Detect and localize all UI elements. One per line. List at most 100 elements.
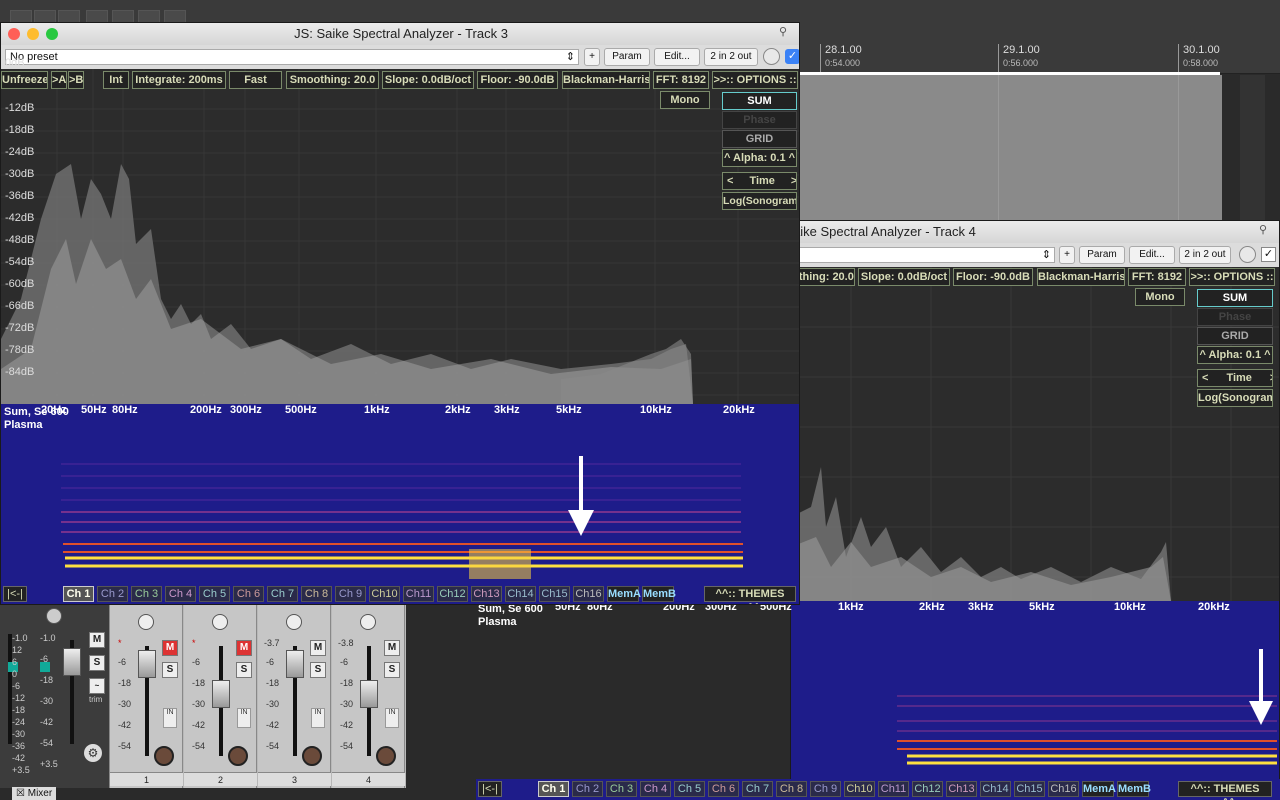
mixer-tab[interactable]: ☒ Mixer [12,787,57,800]
log-sonogram-button[interactable]: Log(Sonogram) [1197,389,1273,407]
solo-button[interactable]: S [310,662,326,678]
solo-button[interactable]: S [162,662,178,678]
channel-button-ch8[interactable]: Ch 8 [776,781,807,797]
window-function-button[interactable]: Blackman-Harris [1037,268,1125,286]
channel-button-ch11[interactable]: Ch11 [878,781,909,797]
slope-button[interactable]: Slope: 0.0dB/oct [858,268,950,286]
pan-knob[interactable] [360,614,376,630]
channel-button-ch1[interactable]: Ch 1 [63,586,94,602]
log-sonogram-button[interactable]: Log(Sonogram) [722,192,797,210]
fft-size-button[interactable]: FFT: 8192 [653,71,709,89]
channel-button-ch10[interactable]: Ch10 [369,586,400,602]
channel-button-ch16[interactable]: Ch16 [1048,781,1079,797]
pin-icon[interactable]: ⚲ [779,25,791,39]
fft-size-button[interactable]: FFT: 8192 [1128,268,1186,286]
edit-button[interactable]: Edit... [654,48,700,66]
channel-button-ch9[interactable]: Ch 9 [335,586,366,602]
gear-icon[interactable]: ⚙ [84,744,102,762]
int-button[interactable]: Int [103,71,129,89]
media-item[interactable] [800,75,1222,220]
mono-button[interactable]: Mono [1135,288,1185,306]
unfreeze-button[interactable]: Unfreeze [1,71,48,89]
master-fader[interactable] [63,648,81,676]
options-button[interactable]: >>:: OPTIONS :: [1189,268,1275,286]
channel-button-ch2[interactable]: Ch 2 [97,586,128,602]
channel-button-ch4[interactable]: Ch 4 [165,586,196,602]
channel-button-ch8[interactable]: Ch 8 [301,586,332,602]
pin-icon[interactable]: ⚲ [1259,223,1271,237]
timeline-ruler[interactable]: 28.1.00 0:54.000 29.1.00 0:56.000 30.1.00 0… [800,44,1280,74]
back-button[interactable]: |<-| [478,781,502,797]
channel-button-ch12[interactable]: Ch12 [437,586,468,602]
mono-button[interactable]: Mono [660,91,710,109]
record-input-button[interactable]: IN [385,708,399,728]
channel-button-ch3[interactable]: Ch 3 [606,781,637,797]
themes-button[interactable]: ^^:: THEMES ::^^ [1178,781,1272,800]
automation-icon[interactable]: ~ [89,678,105,694]
channel-button-ch10[interactable]: Ch10 [844,781,875,797]
channel-button-mema[interactable]: MemA [1082,781,1116,797]
channel-button-ch6[interactable]: Ch 6 [708,781,739,797]
channel-button-memb[interactable]: MemB [1117,781,1151,797]
preset-select[interactable]: No preset ⇕ [5,49,579,65]
channel-button-ch5[interactable]: Ch 5 [199,586,230,602]
mute-button[interactable]: M [384,640,400,656]
channel-button-ch5[interactable]: Ch 5 [674,781,705,797]
close-icon[interactable] [8,28,20,40]
scrollbar[interactable] [1240,75,1265,220]
channel-button-ch14[interactable]: Ch14 [980,781,1011,797]
record-arm-button[interactable] [228,746,248,766]
pan-knob[interactable] [138,614,154,630]
maximize-icon[interactable] [46,28,58,40]
channel-button-ch14[interactable]: Ch14 [505,586,536,602]
channel-button-ch2[interactable]: Ch 2 [572,781,603,797]
back-button[interactable]: |<-| [3,586,27,602]
sonogram[interactable]: Sum, Se 600 Plasma |<-| Ch 1 Ch 2 Ch 3 Ch 4C… [1,404,799,604]
channel-button-memb[interactable]: MemB [642,586,676,602]
volume-fader[interactable] [286,650,304,678]
channel-button-ch11[interactable]: Ch11 [403,586,434,602]
phase-button[interactable]: Phase [1197,308,1273,326]
plugin-window-track4[interactable]: aike Spectral Analyzer - Track 4 ⚲ ⇕ + P… [790,220,1280,800]
param-button[interactable]: Param [604,48,650,66]
smoothing-button[interactable]: othing: 20.0 [791,268,855,286]
record-arm-button[interactable] [302,746,322,766]
grid-button[interactable]: GRID [1197,327,1273,345]
add-preset-button[interactable]: + [1059,246,1075,264]
bypass-checkbox[interactable]: ✓ [785,49,799,64]
sum-button[interactable]: SUM [1197,289,1273,307]
smoothing-button[interactable]: Smoothing: 20.0 [286,71,379,89]
volume-fader[interactable] [138,650,156,678]
spectrum-area[interactable]: 0dB -6dB -12dB -18dB -24dB -30dB -36dB -… [1,57,799,404]
record-arm-button[interactable] [376,746,396,766]
pan-knob[interactable] [212,614,228,630]
channel-button-ch1[interactable]: Ch 1 [538,781,569,797]
record-arm-button[interactable] [154,746,174,766]
mute-button[interactable]: M [310,640,326,656]
routing-button[interactable]: 2 in 2 out [1179,246,1231,264]
grid-button[interactable]: GRID [722,130,797,148]
param-button[interactable]: Param [1079,246,1125,264]
edit-button[interactable]: Edit... [1129,246,1175,264]
volume-fader[interactable] [360,680,378,708]
time-selector[interactable]: <Time> [722,172,797,190]
plugin-window-track3[interactable]: JS: Saike Spectral Analyzer - Track 3 ⚲ … [0,22,800,605]
channel-button-mema[interactable]: MemA [607,586,641,602]
channel-button-ch6[interactable]: Ch 6 [233,586,264,602]
channel-button-ch9[interactable]: Ch 9 [810,781,841,797]
mute-button[interactable]: M [236,640,252,656]
phase-button[interactable]: Phase [722,111,797,129]
channel-button-ch13[interactable]: Ch13 [946,781,977,797]
mute-button[interactable]: M [162,640,178,656]
store-b-button[interactable]: >B [68,71,84,89]
bypass-checkbox[interactable]: ✓ [1261,247,1276,262]
themes-button[interactable]: ^^:: THEMES ::^^ [704,586,796,604]
store-a-button[interactable]: >A [51,71,67,89]
solo-button[interactable]: S [89,655,105,671]
add-preset-button[interactable]: + [584,48,600,66]
record-input-button[interactable]: IN [237,708,251,728]
sum-button[interactable]: SUM [722,92,797,110]
fast-button[interactable]: Fast [229,71,282,89]
sonogram[interactable] [791,601,1279,799]
channel-button-ch3[interactable]: Ch 3 [131,586,162,602]
